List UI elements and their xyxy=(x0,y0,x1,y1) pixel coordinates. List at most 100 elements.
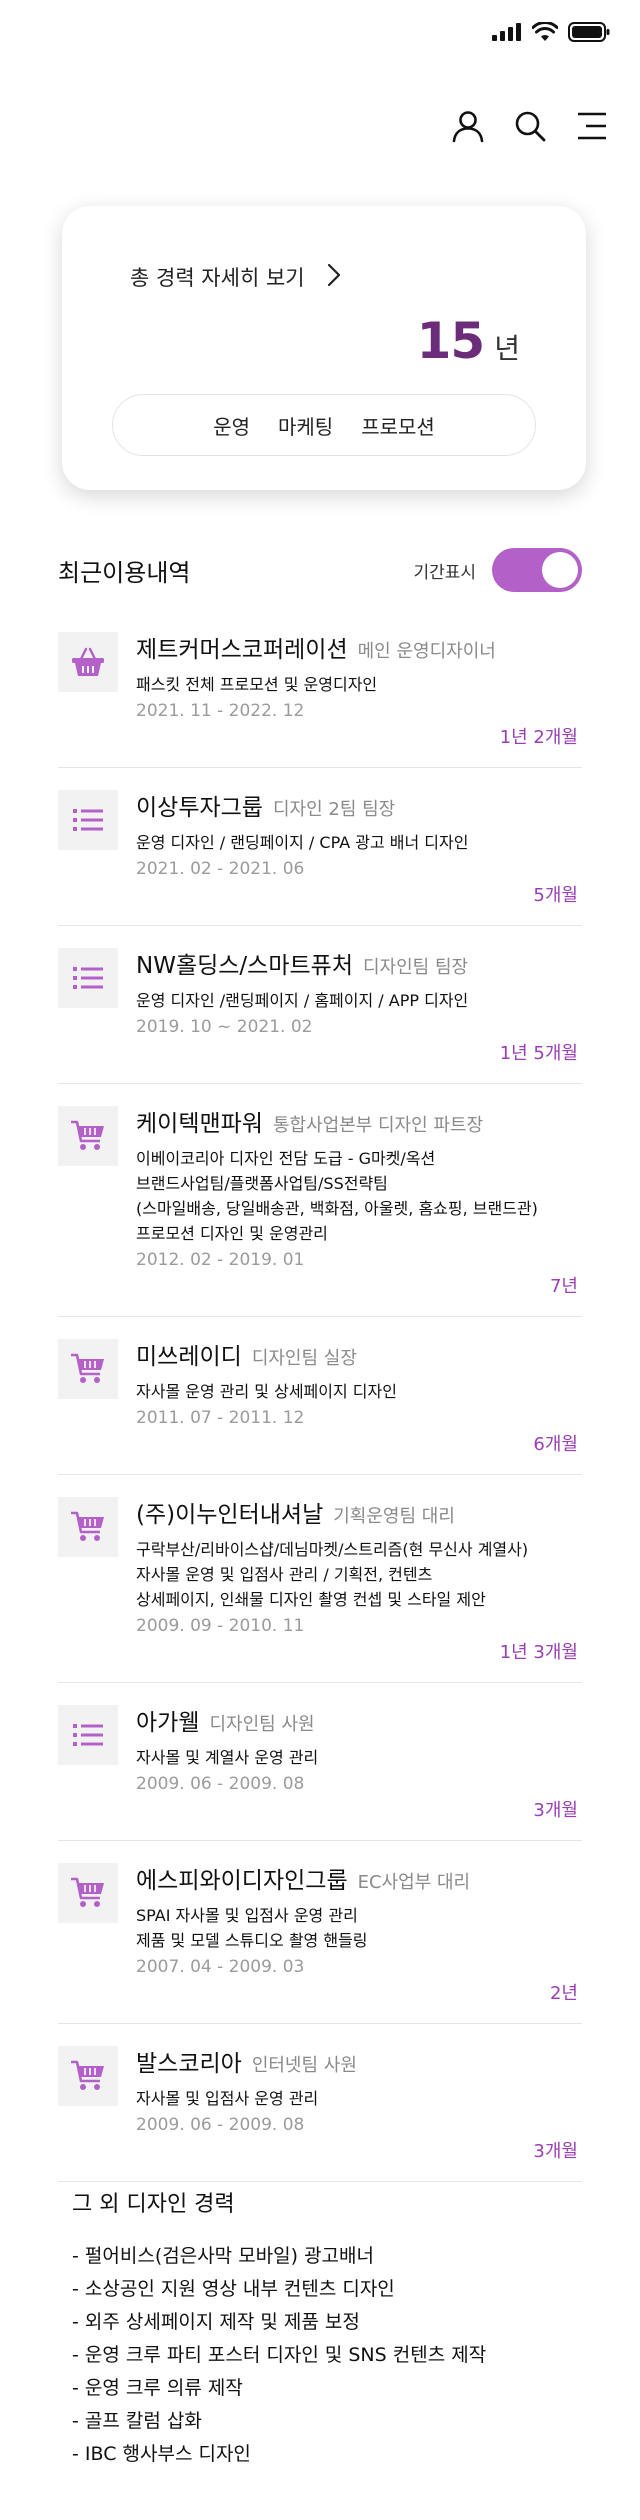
period-label: 기간표시 xyxy=(413,562,476,583)
entry-description-line: 이베이코리아 디자인 전담 도급 - G마켓/옥션 xyxy=(136,1149,436,1168)
entry-role: 디자인 2팀 팀장 xyxy=(272,799,396,820)
history-entry[interactable]: (주)이누인터내셔날 기획운영팀 대리구락부산/리바이스샵/데님마켓/스트리즘(현… xyxy=(58,1475,582,1683)
entry-description: SPAI 자사몰 및 입점사 운영 관리 제품 및 모델 스튜디오 촬영 핸들링 xyxy=(136,1903,578,1953)
entry-duration: 3개월 xyxy=(533,1800,578,1821)
entry-title-line: 미쓰레이디 디자인팀 실장 xyxy=(136,1337,578,1371)
wifi-icon xyxy=(532,22,558,42)
entry-company: 에스피와이디자인그룹 xyxy=(136,1868,348,1894)
entry-company: (주)이누인터내셔날 xyxy=(136,1502,324,1528)
career-tags: 운영 마케팅 프로모션 xyxy=(112,394,536,456)
entry-description-line: 제품 및 모델 스튜디오 촬영 핸들링 xyxy=(136,1931,368,1950)
toggle-knob xyxy=(542,552,578,588)
entry-dates: 2009. 06 - 2009. 08 xyxy=(136,1774,305,1794)
basket-icon xyxy=(58,632,118,692)
entry-description: 운영 디자인 /랜딩페이지 / 홈페이지 / APP 디자인 xyxy=(136,988,578,1013)
entry-description: 자사몰 및 입점사 운영 관리 xyxy=(136,2086,578,2111)
career-summary-card: 총 경력 자세히 보기 15 년 운영 마케팅 프로모션 xyxy=(62,206,586,490)
entry-description: 패스킷 전체 프로모션 및 운영디자인 xyxy=(136,672,578,697)
entry-content: 이상투자그룹 디자인 2팀 팀장운영 디자인 / 랜딩페이지 / CPA 광고 배… xyxy=(136,788,582,907)
entry-role: 디자인팀 사원 xyxy=(209,1714,315,1735)
history-entry[interactable]: NW홀딩스/스마트퓨처 디자인팀 팀장운영 디자인 /랜딩페이지 / 홈페이지 /… xyxy=(58,926,582,1084)
entry-content: (주)이누인터내셔날 기획운영팀 대리구락부산/리바이스샵/데님마켓/스트리즘(현… xyxy=(136,1495,582,1664)
entry-company: 제트커머스코퍼레이션 xyxy=(136,637,348,663)
entry-company: 케이텍맨파워 xyxy=(136,1111,263,1137)
entry-description: 구락부산/리바이스샵/데님마켓/스트리즘(현 무신사 계열사) 자사몰 운영 및 … xyxy=(136,1537,578,1612)
history-title: 최근이용내역 xyxy=(58,558,191,587)
history-entry[interactable]: 이상투자그룹 디자인 2팀 팀장운영 디자인 / 랜딩페이지 / CPA 광고 배… xyxy=(58,768,582,926)
history-entry[interactable]: 제트커머스코퍼레이션 메인 운영디자이너 패스킷 전체 프로모션 및 운영디자인 20… xyxy=(58,610,582,768)
entry-title-line: (주)이누인터내셔날 기획운영팀 대리 xyxy=(136,1495,578,1529)
entry-description: 자사몰 및 계열사 운영 관리 xyxy=(136,1745,578,1770)
entry-dates: 2019. 10 ~ 2021. 02 xyxy=(136,1017,313,1037)
entry-role: 디자인팀 실장 xyxy=(251,1348,357,1369)
other-career-item: - 골프 칼럼 삽화 xyxy=(72,2410,202,2432)
entry-description-line: 프로모션 디자인 및 운영관리 xyxy=(136,1224,328,1243)
entry-description-line: 운영 디자인 / 랜딩페이지 / CPA 광고 배너 디자인 xyxy=(136,833,469,852)
entry-duration: 1년 3개월 xyxy=(499,1642,578,1663)
history-entry[interactable]: 케이텍맨파워 통합사업본부 디자인 파트장이베이코리아 디자인 전담 도급 - G… xyxy=(58,1084,582,1317)
entry-dates: 2021. 02 - 2021. 06 xyxy=(136,859,305,879)
entry-title-line: 아가웰 디자인팀 사원 xyxy=(136,1703,578,1737)
user-icon[interactable] xyxy=(450,108,486,144)
entry-title-line: 케이텍맨파워 통합사업본부 디자인 파트장 xyxy=(136,1104,578,1138)
other-career-item: - 펄어비스(검은사막 모바일) 광고배너 xyxy=(72,2245,375,2267)
entry-description-line: 운영 디자인 /랜딩페이지 / 홈페이지 / APP 디자인 xyxy=(136,991,469,1010)
entry-role: EC사업부 대리 xyxy=(357,1872,471,1893)
career-years-value: 15 xyxy=(416,312,486,370)
entry-company: 이상투자그룹 xyxy=(136,795,263,821)
entry-description: 이베이코리아 디자인 전담 도급 - G마켓/옥션 브랜드사업팀/플랫폼사업팀/S… xyxy=(136,1146,578,1246)
entry-duration: 1년 2개월 xyxy=(499,727,578,748)
entry-dates: 2009. 09 - 2010. 11 xyxy=(136,1616,305,1636)
entry-title-line: 에스피와이디자인그룹 EC사업부 대리 xyxy=(136,1861,578,1895)
entry-role: 기획운영팀 대리 xyxy=(333,1506,455,1527)
entry-title-line: 제트커머스코퍼레이션 메인 운영디자이너 xyxy=(136,630,578,664)
entry-company: NW홀딩스/스마트퓨처 xyxy=(136,953,353,979)
entry-description-line: 패스킷 전체 프로모션 및 운영디자인 xyxy=(136,675,378,694)
other-career-item: - 외주 상세페이지 제작 및 제품 보정 xyxy=(72,2311,360,2333)
entry-content: 발스코리아 인터넷팀 사원 자사몰 및 입점사 운영 관리 2009. 06 - 20… xyxy=(136,2044,582,2163)
entry-content: 미쓰레이디 디자인팀 실장자사몰 운영 관리 및 상세페이지 디자인 2011. 0… xyxy=(136,1337,582,1456)
entry-description-line: 자사몰 운영 관리 및 상세페이지 디자인 xyxy=(136,1382,397,1401)
entry-dates: 2012. 02 - 2019. 01 xyxy=(136,1250,305,1270)
list-icon xyxy=(58,1705,118,1765)
entry-role: 디자인팀 팀장 xyxy=(362,957,469,978)
history-list: 제트커머스코퍼레이션 메인 운영디자이너패스킷 전체 프로모션 및 운영디자인 20… xyxy=(58,610,582,2182)
history-entry[interactable]: 에스피와이디자인그룹 EC사업부 대리 SPAI 자사몰 및 입점사 운영 관리 제품… xyxy=(58,1841,582,2024)
entry-description: 운영 디자인 / 랜딩페이지 / CPA 광고 배너 디자인 xyxy=(136,830,578,855)
search-icon[interactable] xyxy=(512,108,548,144)
entry-duration: 1년 5개월 xyxy=(499,1043,578,1064)
entry-dates: 2011. 07 - 2011. 12 xyxy=(136,1408,305,1428)
entry-title-line: NW홀딩스/스마트퓨처 디자인팀 팀장 xyxy=(136,946,578,980)
entry-company: 아가웰 xyxy=(136,1710,200,1736)
entry-role: 통합사업본부 디자인 파트장 xyxy=(272,1115,484,1136)
other-career-list: - 펄어비스(검은사막 모바일) 광고배너 - 소상공인 지원 영상 내부 컨텐츠… xyxy=(72,2240,486,2471)
history-header: 최근이용내역 기간표시 xyxy=(58,548,582,592)
period-toggle-group: 기간표시 xyxy=(413,548,582,592)
entry-dates: 2009. 06 - 2009. 08 xyxy=(136,2115,305,2135)
history-entry[interactable]: 아가웰 디자인팀 사원자사몰 및 계열사 운영 관리 2009. 06 - 2009… xyxy=(58,1683,582,1841)
cart-icon xyxy=(58,1339,118,1399)
other-career-item: - 운영 크루 파티 포스터 디자인 및 SNS 컨텐츠 제작 xyxy=(72,2344,487,2366)
history-entry[interactable]: 발스코리아 인터넷팀 사원 자사몰 및 입점사 운영 관리 2009. 06 - 20… xyxy=(58,2024,582,2182)
entry-content: 아가웰 디자인팀 사원자사몰 및 계열사 운영 관리 2009. 06 - 2009… xyxy=(136,1703,582,1822)
menu-icon[interactable] xyxy=(574,108,610,144)
career-tag: 프로모션 xyxy=(361,414,435,439)
cart-icon xyxy=(58,1106,118,1166)
entry-description-line: 자사몰 운영 및 입점사 관리 / 기획전, 컨텐츠 xyxy=(136,1565,433,1584)
history-entry[interactable]: 미쓰레이디 디자인팀 실장자사몰 운영 관리 및 상세페이지 디자인 2011. 0… xyxy=(58,1317,582,1475)
entry-role: 인터넷팀 사원 xyxy=(251,2055,357,2076)
entry-description-line: (스마일배송, 당일배송관, 백화점, 아울렛, 홈쇼핑, 브랜드관) xyxy=(136,1199,538,1218)
entry-duration: 7년 xyxy=(549,1276,578,1297)
other-career-item: - IBC 행사부스 디자인 xyxy=(72,2443,251,2465)
career-tag: 운영 xyxy=(213,414,250,439)
entry-duration: 3개월 xyxy=(533,2141,578,2162)
entry-duration: 2년 xyxy=(549,1983,578,2004)
entry-description-line: 구락부산/리바이스샵/데님마켓/스트리즘(현 무신사 계열사) xyxy=(136,1540,529,1559)
entry-description-line: 상세페이지, 인쇄물 디자인 촬영 컨셉 및 스타일 제안 xyxy=(136,1590,486,1609)
period-toggle[interactable] xyxy=(492,548,582,592)
entry-duration: 6개월 xyxy=(533,1434,578,1455)
career-detail-link[interactable]: 총 경력 자세히 보기 xyxy=(130,262,341,292)
entry-content: 제트커머스코퍼레이션 메인 운영디자이너 패스킷 전체 프로모션 및 운영디자인 20… xyxy=(136,630,582,749)
cart-icon xyxy=(58,2046,118,2106)
entry-company: 미쓰레이디 xyxy=(136,1344,242,1370)
